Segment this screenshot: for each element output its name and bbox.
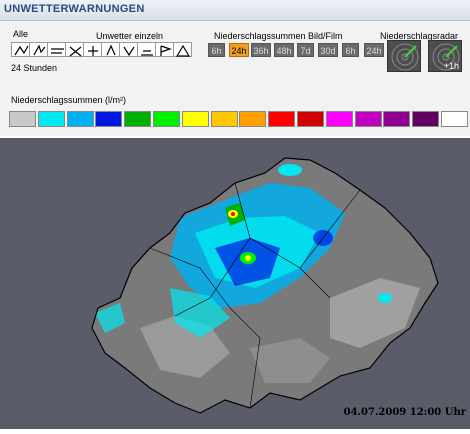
hail-button[interactable] xyxy=(47,42,66,57)
niederschlagssummen-bild-label: Niederschlagssummen Bild/Film xyxy=(214,31,343,41)
wind-button[interactable] xyxy=(65,42,84,57)
legend-swatch xyxy=(441,111,468,127)
niederschlagssummen-legend-label: Niederschlagssummen (l/m²) xyxy=(11,95,127,105)
switzerland-map xyxy=(91,157,439,414)
sum-chip-6h-6[interactable]: 6h xyxy=(342,43,359,57)
precipitation-map: 04.07.2009 12:00 Uhr xyxy=(0,138,470,429)
sum-chip-36h-2[interactable]: 36h xyxy=(251,43,271,57)
radar-current-button[interactable] xyxy=(387,40,421,72)
legend-swatch xyxy=(153,111,180,127)
legend-swatch xyxy=(9,111,36,127)
thunderstorm-button[interactable] xyxy=(29,42,48,57)
radar-forecast-label: +1h xyxy=(443,61,459,71)
avalanche-button[interactable] xyxy=(173,42,192,57)
storm-flag-button[interactable] xyxy=(155,42,174,57)
radar-forecast-button[interactable]: +1h xyxy=(428,40,462,72)
unwetter-einzeln-label: Unwetter einzeln xyxy=(96,31,164,41)
legend-swatch xyxy=(181,111,209,127)
legend-swatch xyxy=(297,111,324,127)
legend-swatch xyxy=(95,111,123,127)
sum-chip-30d-5[interactable]: 30d xyxy=(318,43,338,57)
legend-swatch xyxy=(325,111,353,127)
timestamp: 04.07.2009 12:00 Uhr xyxy=(343,407,466,418)
legend-swatch xyxy=(383,111,411,127)
avalanche-icon xyxy=(175,44,191,57)
legend-swatch xyxy=(37,111,65,127)
frost-button[interactable] xyxy=(101,42,120,57)
sum-chip-6h-0[interactable]: 6h xyxy=(208,43,225,57)
snow-button[interactable] xyxy=(83,42,102,57)
title-bar: UNWETTERWARNUNGEN xyxy=(0,0,470,21)
page-title: UNWETTERWARNUNGEN xyxy=(4,3,145,15)
flood-button[interactable] xyxy=(137,42,156,57)
legend-swatch xyxy=(239,111,267,127)
legend-swatch xyxy=(354,111,382,127)
sum-chip-24h-7[interactable]: 24h xyxy=(364,43,384,57)
legend-swatch xyxy=(124,111,152,127)
alle-label: Alle xyxy=(13,29,29,39)
legend-swatch xyxy=(412,111,440,127)
legend-swatch xyxy=(66,111,94,127)
legend-swatch xyxy=(268,111,296,127)
all-warnings-button[interactable] xyxy=(11,42,30,57)
sum-chip-24h-1[interactable]: 24h xyxy=(229,43,249,57)
sum-chip-48h-3[interactable]: 48h xyxy=(274,43,294,57)
legend-swatch xyxy=(210,111,238,127)
rain-button[interactable] xyxy=(119,42,138,57)
stunden-label: 24 Stunden xyxy=(11,63,58,73)
radar-current-icon xyxy=(391,43,419,71)
sum-chip-7d-4[interactable]: 7d xyxy=(297,43,314,57)
